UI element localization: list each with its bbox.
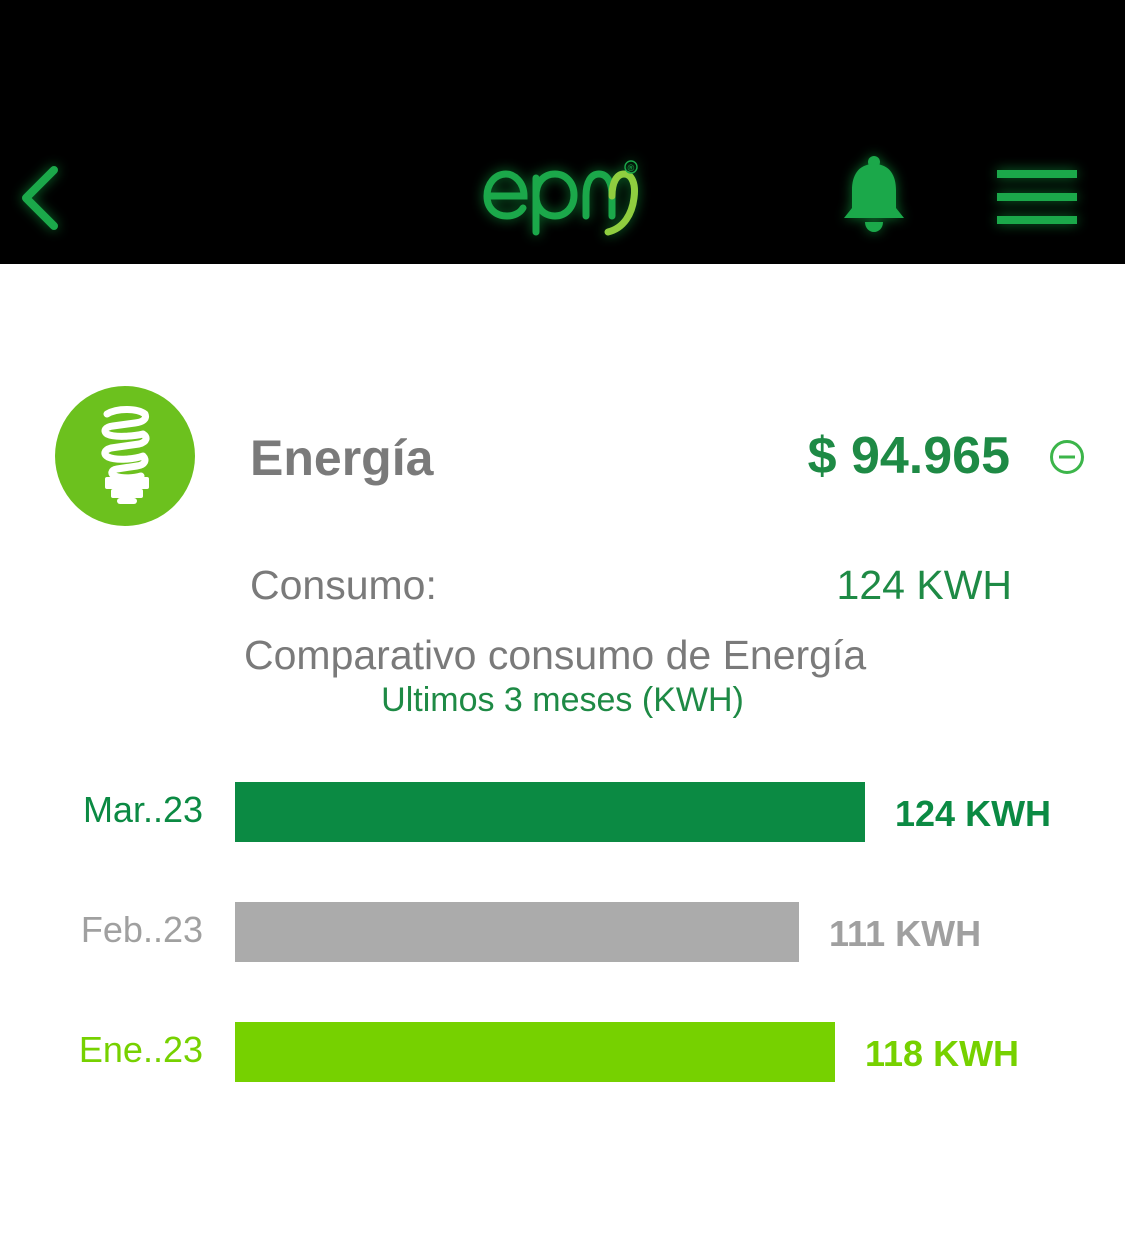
hamburger-menu-icon [997, 170, 1077, 224]
chart-subtitle: Ultimos 3 meses (KWH) [381, 681, 744, 719]
service-title: Energía [250, 430, 434, 486]
bar-category-label: Feb..23 [80, 909, 203, 950]
bar-category-label: Mar..23 [82, 789, 203, 830]
chart-title: Comparativo consumo de Energía [244, 632, 867, 678]
bar-row: Mar..23 124 KWH [0, 782, 1125, 842]
lightbulb-icon [101, 406, 150, 504]
bar [235, 902, 799, 962]
consumption-label: Consumo: [250, 562, 437, 608]
notifications-button[interactable] [836, 152, 912, 236]
chevron-left-icon [22, 166, 58, 230]
bar-value-label: 111 KWH [829, 913, 982, 954]
bar-value-label: 124 KWH [895, 793, 1052, 834]
bell-icon [844, 156, 904, 232]
consumption-value: 124 KWH [836, 562, 1012, 608]
energy-service-icon [55, 386, 195, 526]
top-navigation-bar: ® [0, 0, 1125, 264]
bar-row: Feb..23 111 KWH [0, 902, 1125, 962]
back-button[interactable] [14, 160, 70, 236]
menu-button[interactable] [992, 164, 1082, 230]
service-amount: $ 94.965 [807, 427, 1010, 485]
bar-category-label: Ene..23 [78, 1029, 203, 1070]
bar [235, 782, 865, 842]
consumption-bar-chart: Mar..23 124 KWH Feb..23 111 KWH Ene..23 118 K… [0, 760, 1125, 1100]
bar-row: Ene..23 118 KWH [0, 1022, 1125, 1082]
registered-mark: ® [628, 163, 635, 173]
bar-value-label: 118 KWH [865, 1033, 1020, 1074]
collapse-button[interactable] [1048, 438, 1086, 476]
epm-logo: ® [478, 152, 648, 242]
minus-circle-icon [1050, 440, 1084, 474]
bar [235, 1022, 835, 1082]
